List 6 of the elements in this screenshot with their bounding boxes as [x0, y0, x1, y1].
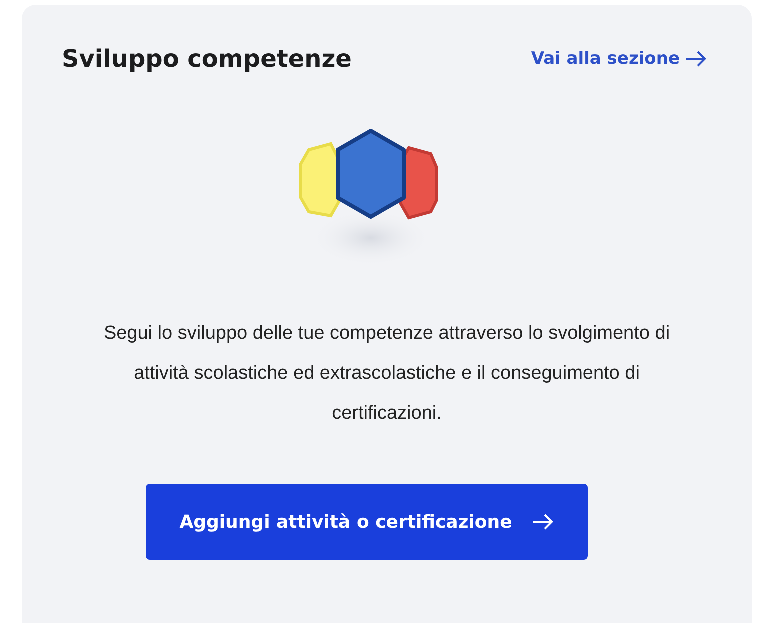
section-link[interactable]: Vai alla sezione [531, 49, 707, 69]
arrow-icon [685, 51, 707, 67]
arrow-icon [532, 514, 554, 530]
card-title: Sviluppo competenze [62, 45, 352, 73]
add-activity-button[interactable]: Aggiungi attività o certificazione [146, 484, 588, 560]
description-text: Segui lo sviluppo delle tue competenze attraverso lo svolgimento di attività scolastiche ed extrascolastiche e il conseguimento di certificazioni. [102, 322, 672, 426]
